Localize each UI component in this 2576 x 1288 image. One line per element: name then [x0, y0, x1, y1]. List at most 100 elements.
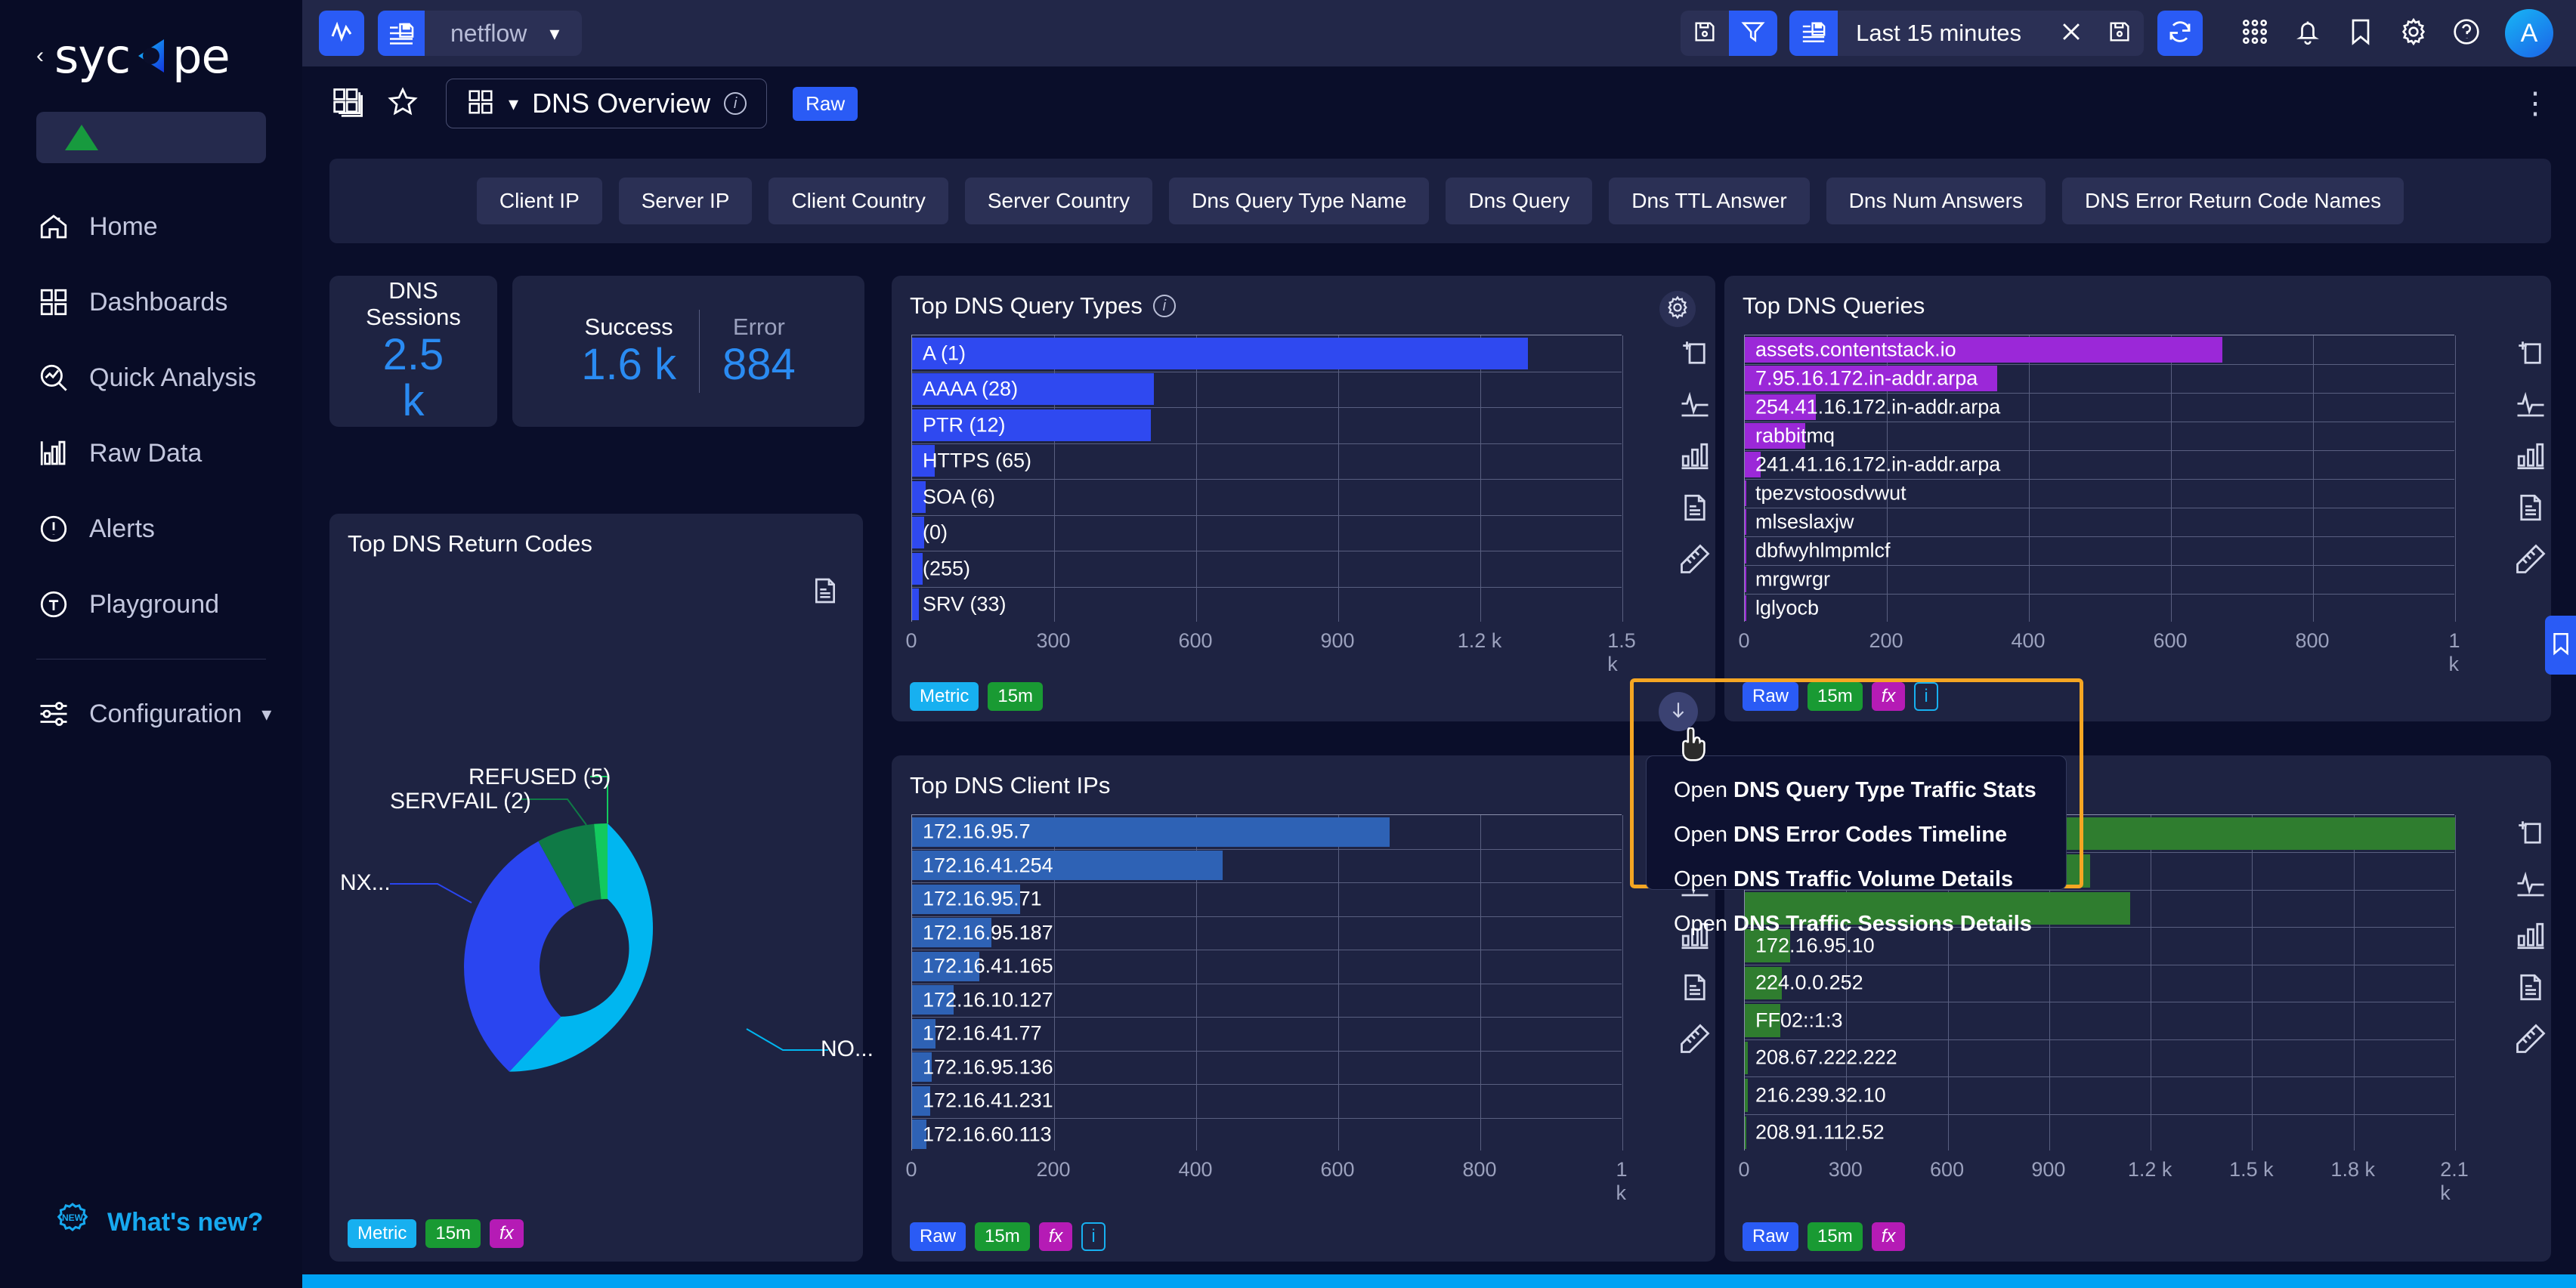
help-button[interactable]: [2440, 7, 2493, 60]
sidebar-item-configuration[interactable]: Configuration ▾: [0, 676, 302, 752]
table-icon[interactable]: [1679, 492, 1711, 524]
badge-raw[interactable]: Raw: [1743, 1222, 1799, 1251]
notifications-button[interactable]: [2281, 7, 2334, 60]
bar-row[interactable]: (255): [912, 551, 1622, 587]
data-source-selector[interactable]: netflow ▾: [378, 11, 583, 56]
bar-row[interactable]: mrgwrgr: [1745, 565, 2454, 594]
raw-mode-badge[interactable]: Raw: [793, 86, 858, 121]
badge-15m[interactable]: 15m: [975, 1222, 1030, 1251]
bar[interactable]: [1745, 595, 1746, 621]
bar-row[interactable]: rabbitmq: [1745, 422, 2454, 450]
bar-row[interactable]: lglyocb: [1745, 594, 2454, 622]
bar-chart-icon[interactable]: [2515, 920, 2547, 952]
filter-button[interactable]: [1729, 11, 1778, 56]
badge-info[interactable]: i: [1081, 1222, 1106, 1251]
document-icon[interactable]: [810, 576, 840, 606]
badge-fx[interactable]: fx: [1871, 1222, 1906, 1251]
bar[interactable]: [1745, 1116, 1746, 1149]
info-icon[interactable]: i: [724, 92, 747, 115]
context-menu-item-query-type-traffic-stats[interactable]: Open DNS Query Type Traffic Stats: [1647, 768, 2066, 813]
pulse-button[interactable]: [319, 11, 364, 56]
bar-row[interactable]: 172.16.95.187: [912, 916, 1622, 950]
context-menu-item-traffic-sessions-details[interactable]: Open DNS Traffic Sessions Details: [1647, 902, 2066, 947]
bar[interactable]: [912, 552, 923, 585]
bar-row[interactable]: 172.16.95.7: [912, 815, 1622, 849]
bar-row[interactable]: SOA (6): [912, 479, 1622, 515]
bar[interactable]: [1745, 1079, 1748, 1112]
bar-row[interactable]: 172.16.41.254: [912, 849, 1622, 883]
chevron-down-icon[interactable]: ▾: [509, 92, 518, 116]
edit-ruler-icon[interactable]: [1679, 543, 1711, 575]
sidebar-item-dashboards[interactable]: Dashboards: [0, 264, 302, 340]
sidebar-item-playground[interactable]: Playground: [0, 567, 302, 642]
bar-row[interactable]: 254.41.16.172.in-addr.arpa: [1745, 393, 2454, 422]
table-icon[interactable]: [2515, 971, 2547, 1003]
filter-chip-client-ip[interactable]: Client IP: [476, 178, 602, 224]
bar-row[interactable]: PTR (12): [912, 407, 1622, 443]
edit-ruler-icon[interactable]: [1679, 1023, 1711, 1055]
badge-fx[interactable]: fx: [1871, 682, 1906, 711]
context-menu-item-traffic-volume-details[interactable]: Open DNS Traffic Volume Details: [1647, 857, 2066, 902]
badge-15m[interactable]: 15m: [988, 682, 1044, 711]
badge-15m[interactable]: 15m: [425, 1219, 481, 1248]
badge-raw[interactable]: Raw: [1743, 682, 1799, 711]
bar-row[interactable]: 208.91.112.52: [1745, 1114, 2454, 1151]
bar-row[interactable]: 172.16.95.71: [912, 882, 1622, 916]
filter-chip-dns-error-return-code-names[interactable]: DNS Error Return Code Names: [2061, 178, 2404, 224]
bar[interactable]: [1745, 567, 1746, 592]
filter-chip-dns-ttl-answer[interactable]: Dns TTL Answer: [1609, 178, 1810, 224]
bar-row[interactable]: 172.16.60.113: [912, 1118, 1622, 1152]
bar-row[interactable]: HTTPS (65): [912, 443, 1622, 480]
bar-row[interactable]: mlseslaxjw: [1745, 508, 2454, 536]
bar-row[interactable]: 172.16.10.127: [912, 984, 1622, 1018]
line-chart-icon[interactable]: [1679, 389, 1711, 421]
add-bookmark-tab[interactable]: [2545, 616, 2576, 675]
avatar[interactable]: A: [2505, 9, 2553, 57]
add-widget-icon[interactable]: [2515, 338, 2547, 369]
filter-chip-dns-query-type-name[interactable]: Dns Query Type Name: [1169, 178, 1430, 224]
bar-chart-icon[interactable]: [2515, 440, 2547, 472]
bar-row[interactable]: 172.16.41.77: [912, 1017, 1622, 1051]
bar-row[interactable]: AAAA (28): [912, 372, 1622, 408]
bar-row[interactable]: (0): [912, 515, 1622, 551]
sidebar-item-alerts[interactable]: Alerts: [0, 491, 302, 567]
bar-row[interactable]: 224.0.0.252: [1745, 965, 2454, 1002]
line-chart-icon[interactable]: [2515, 389, 2547, 421]
bar-row[interactable]: dbfwyhlmpmlcf: [1745, 536, 2454, 565]
sidebar-item-raw-data[interactable]: Raw Data: [0, 415, 302, 491]
line-chart-icon[interactable]: [2515, 869, 2547, 900]
table-icon[interactable]: [2515, 492, 2547, 524]
bar-row[interactable]: SRV (33): [912, 587, 1622, 623]
bar-row[interactable]: assets.contentstack.io: [1745, 335, 2454, 364]
bookmarks-button[interactable]: [2334, 7, 2387, 60]
badge-metric[interactable]: Metric: [348, 1219, 417, 1248]
bar-row[interactable]: 241.41.16.172.in-addr.arpa: [1745, 450, 2454, 479]
favorites-card[interactable]: [36, 112, 266, 163]
bar-row[interactable]: 172.16.95.136: [912, 1051, 1622, 1085]
chevron-down-icon[interactable]: ▾: [261, 703, 271, 726]
sidebar-item-home[interactable]: Home: [0, 189, 302, 264]
badge-fx[interactable]: fx: [490, 1219, 524, 1248]
bar-row[interactable]: tpezvstoosdvwut: [1745, 479, 2454, 508]
badge-info[interactable]: i: [1914, 682, 1938, 711]
apps-button[interactable]: [2228, 7, 2281, 60]
bar[interactable]: [1745, 480, 1746, 506]
settings-button[interactable]: [2387, 7, 2440, 60]
bar-row[interactable]: 208.67.222.222: [1745, 1039, 2454, 1076]
add-widget-icon[interactable]: [2515, 817, 2547, 849]
filter-chip-server-country[interactable]: Server Country: [964, 178, 1153, 224]
favorite-button[interactable]: [382, 83, 423, 124]
sidebar-collapse-icon[interactable]: ‹: [36, 45, 44, 67]
edit-ruler-icon[interactable]: [2515, 1023, 2547, 1055]
filter-chip-dns-query[interactable]: Dns Query: [1446, 178, 1593, 224]
badge-15m[interactable]: 15m: [1808, 1222, 1863, 1251]
sidebar-item-quick-analysis[interactable]: Quick Analysis: [0, 340, 302, 415]
bar-row[interactable]: 7.95.16.172.in-addr.arpa: [1745, 364, 2454, 393]
layouts-button[interactable]: [328, 83, 369, 124]
dashboard-selector[interactable]: ▾ DNS Overview i: [446, 79, 768, 128]
refresh-button[interactable]: [2157, 11, 2203, 56]
bar[interactable]: [912, 337, 1528, 369]
panel-settings-button[interactable]: [1659, 291, 1696, 327]
badge-fx[interactable]: fx: [1038, 1222, 1073, 1251]
info-icon[interactable]: i: [1152, 295, 1176, 317]
